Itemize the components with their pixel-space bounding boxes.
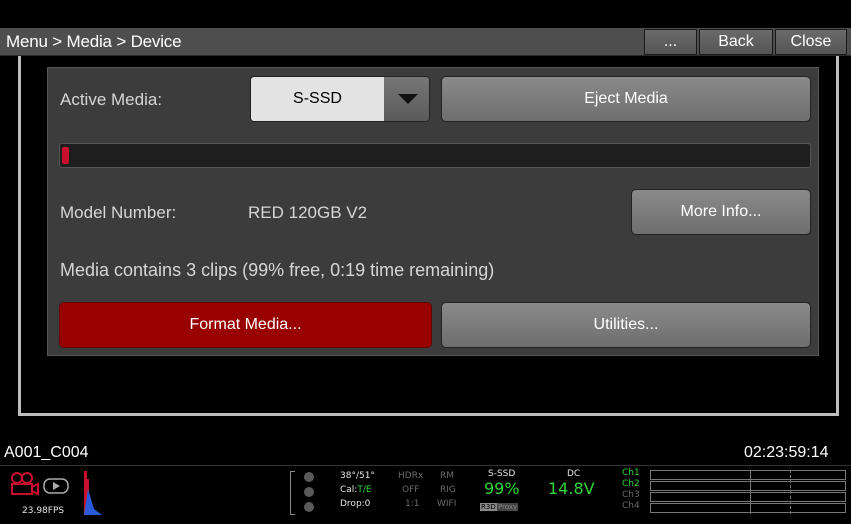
channel-2: Ch2 — [622, 479, 640, 489]
chevron-down-icon — [397, 94, 418, 104]
more-info-button[interactable]: More Info... — [631, 189, 811, 235]
status-dot-1 — [304, 472, 314, 482]
power-label: DC — [567, 469, 581, 479]
meter-tick-2 — [790, 470, 791, 514]
more-button[interactable]: ... — [644, 29, 697, 55]
calibration-label: Cal: — [340, 485, 358, 495]
model-number-value: RED 120GB V2 — [248, 203, 368, 222]
calibration: Cal:T/E — [340, 485, 372, 495]
status-dot-3 — [304, 502, 314, 512]
status-bracket — [290, 471, 295, 515]
media-name: S-SSD — [488, 469, 516, 479]
frame-right — [836, 56, 839, 416]
temperature: 38°/51° — [340, 471, 375, 481]
active-media-label: Active Media: — [60, 90, 163, 109]
active-media-select[interactable]: S-SSD — [250, 76, 430, 122]
audio-meter-4 — [650, 503, 846, 513]
hdrx-label: HDRx — [398, 471, 424, 481]
aspect-ratio: 1:1 — [405, 499, 420, 509]
eject-media-button[interactable]: Eject Media — [441, 76, 811, 122]
utilities-button[interactable]: Utilities... — [441, 302, 811, 348]
hdrx-value: OFF — [402, 485, 420, 495]
meter-tick-1 — [750, 470, 751, 514]
top-strip — [0, 0, 851, 28]
format-media-button[interactable]: Format Media... — [59, 302, 432, 348]
audio-meter-2 — [650, 481, 846, 491]
audio-meters — [650, 470, 846, 514]
timecode: 02:23:59:14 — [744, 444, 829, 461]
device-panel: Active Media: S-SSD Eject Media Model Nu… — [47, 67, 819, 356]
clip-name: A001_C004 — [4, 444, 89, 461]
rig-indicator: RIG — [440, 485, 456, 495]
fps-readout: 23.98FPS — [22, 506, 65, 516]
frame-bottom — [18, 413, 839, 416]
model-number-label: Model Number: — [60, 203, 177, 222]
status-dot-2 — [304, 487, 314, 497]
status-bar: 23.98FPS 38°/51° Cal:T/E Drop:0 HDRx OFF… — [0, 465, 851, 524]
breadcrumb: Menu > Media > Device — [6, 32, 182, 51]
play-icon — [43, 478, 69, 494]
rm-indicator: RM — [440, 471, 455, 481]
close-button[interactable]: Close — [775, 29, 847, 55]
wifi-indicator: WIFI — [437, 499, 457, 509]
audio-meter-1 — [650, 470, 846, 480]
power-voltage: 14.8V — [548, 479, 595, 498]
frame-left — [18, 56, 21, 416]
media-percent: 99% — [484, 479, 520, 498]
dropped-frames: Drop:0 — [340, 499, 371, 509]
calibration-value: T/E — [357, 485, 372, 495]
proxy-tag: Proxy — [497, 503, 519, 511]
media-usage-fill — [62, 147, 69, 164]
back-button[interactable]: Back — [699, 29, 773, 55]
media-status-text: Media contains 3 clips (99% free, 0:19 t… — [60, 260, 495, 280]
histogram — [84, 471, 102, 515]
channel-1: Ch1 — [622, 468, 640, 478]
audio-meter-3 — [650, 492, 846, 502]
channel-3: Ch3 — [622, 490, 640, 500]
active-media-value: S-SSD — [251, 77, 384, 121]
media-usage-bar — [59, 143, 811, 168]
r3d-tag: R3D — [480, 503, 497, 511]
channel-4: Ch4 — [622, 501, 640, 511]
title-bar: Menu > Media > Device ... Back Close — [0, 28, 851, 56]
dropdown-arrow[interactable] — [384, 77, 429, 121]
